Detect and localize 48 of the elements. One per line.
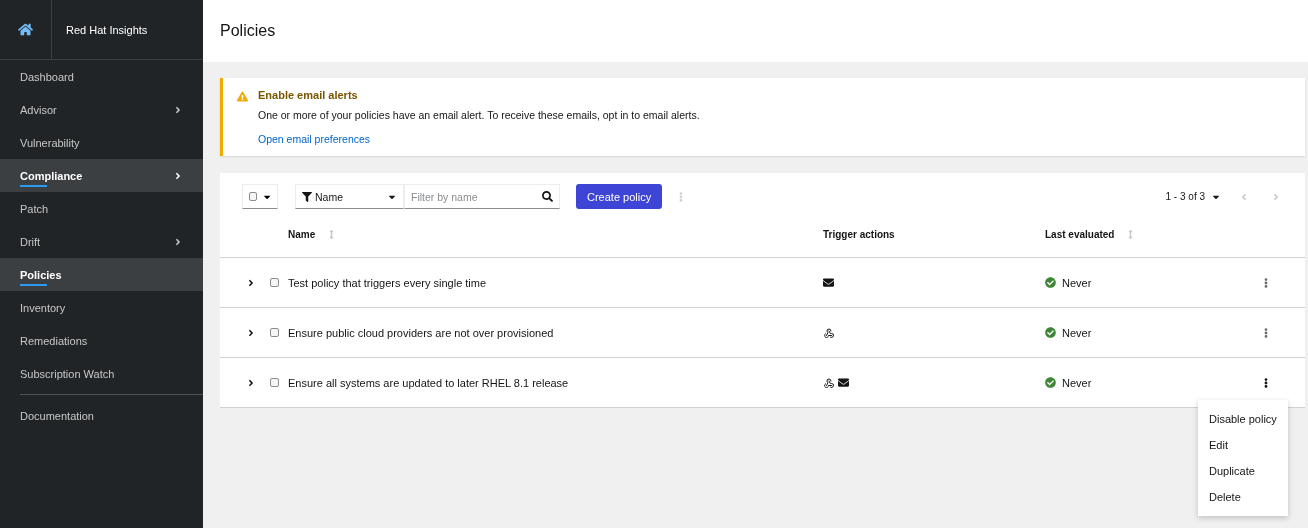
- nav-item[interactable]: Advisor: [0, 93, 203, 126]
- envelope-icon: [838, 377, 849, 388]
- create-policy-button[interactable]: Create policy: [576, 184, 663, 209]
- chevron-icon: [246, 327, 256, 338]
- filter-icon: [302, 191, 312, 202]
- bulk-select[interactable]: [242, 184, 278, 209]
- menu-item[interactable]: Delete: [1198, 484, 1288, 510]
- alert-message: One or more of your policies have an email alert. To receive these emails, opt in to email alerts.: [258, 109, 700, 121]
- page-title: Policies: [220, 22, 276, 40]
- row-checkbox[interactable]: [269, 328, 279, 337]
- nav-item[interactable]: Dashboard: [0, 60, 203, 93]
- row-checkbox[interactable]: [269, 278, 279, 287]
- alert-title: Enable email alerts: [258, 89, 359, 101]
- menu-item[interactable]: Edit: [1198, 432, 1288, 458]
- nav-item[interactable]: Documentation: [0, 399, 203, 432]
- nav-item[interactable]: Remediations: [0, 324, 203, 357]
- nav-item[interactable]: Compliance: [0, 159, 203, 192]
- last-evaluated: Never: [1062, 276, 1092, 289]
- column-header[interactable]: Last evaluated: [1045, 228, 1255, 240]
- nav-item[interactable]: Policies: [0, 258, 203, 291]
- menu-item[interactable]: Disable policy: [1198, 406, 1288, 432]
- filter-dropdown[interactable]: Name: [295, 184, 404, 209]
- nav-item[interactable]: Inventory: [0, 291, 203, 324]
- search-icon[interactable]: [542, 191, 553, 202]
- webhook-icon: [823, 326, 835, 339]
- email-preferences-link[interactable]: Open email preferences: [258, 133, 700, 145]
- chevron-icon: [246, 377, 256, 388]
- app-title: Red Hat Insights: [65, 22, 148, 38]
- row-checkbox[interactable]: [269, 378, 279, 387]
- column-header[interactable]: Name: [288, 228, 823, 240]
- chevron-icon: [246, 277, 256, 288]
- search-field[interactable]: Filter by name: [404, 184, 560, 209]
- nav-item[interactable]: Drift: [0, 225, 203, 258]
- warning-icon: [237, 91, 248, 102]
- nav-item[interactable]: Vulnerability: [0, 126, 203, 159]
- policy-name: Ensure all systems are updated to later RHEL 8.1 release: [288, 376, 570, 389]
- menu-item[interactable]: Duplicate: [1198, 458, 1288, 484]
- policy-name: Test policy that triggers every single time: [288, 276, 488, 289]
- nav-item[interactable]: Patch: [0, 192, 203, 225]
- nav-item[interactable]: Subscription Watch: [0, 357, 203, 390]
- last-evaluated: Never: [1062, 326, 1092, 339]
- envelope-icon: [823, 277, 834, 288]
- pagination-toggle[interactable]: 1 - 3 of 3: [1165, 191, 1221, 202]
- column-header[interactable]: Trigger actions: [823, 228, 1045, 240]
- policy-name: Ensure public cloud providers are not over provisioned: [288, 326, 555, 339]
- webhook-icon: [823, 376, 835, 389]
- last-evaluated: Never: [1062, 376, 1092, 389]
- home-icon[interactable]: [18, 22, 33, 37]
